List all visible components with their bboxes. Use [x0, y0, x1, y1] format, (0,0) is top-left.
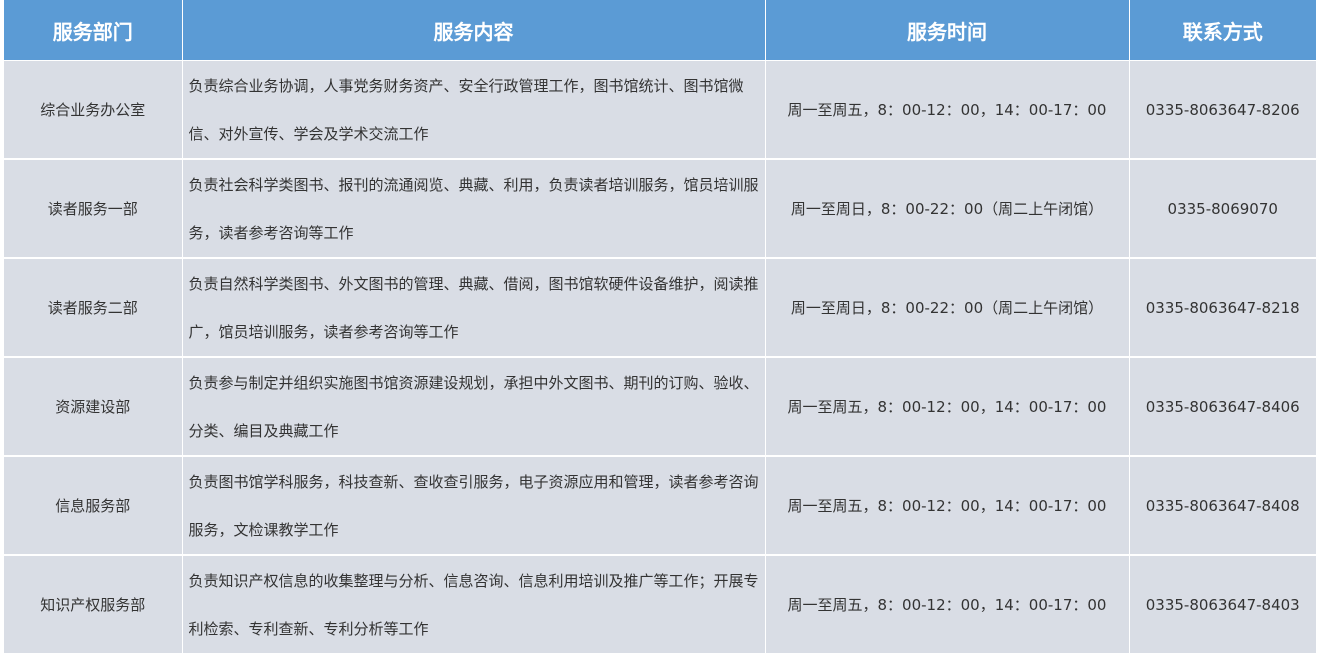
table-row: 读者服务二部 负责自然科学类图书、外文图书的管理、典藏、借阅，图书馆软硬件设备维…: [4, 258, 1316, 358]
content-cell: 负责图书馆学科服务，科技查新、查收查引服务，电子资源应用和管理，读者参考咨询服务…: [182, 456, 766, 556]
table-row: 读者服务一部 负责社会科学类图书、报刊的流通阅览、典藏、利用，负责读者培训服务，…: [4, 159, 1316, 259]
header-content: 服务内容: [182, 0, 766, 61]
content-cell: 负责自然科学类图书、外文图书的管理、典藏、借阅，图书馆软硬件设备维护，阅读推广，…: [182, 258, 766, 358]
hours-cell: 周一至周日，8：00-22：00（周二上午闭馆）: [765, 159, 1130, 259]
contact-cell: 0335-8063647-8218: [1129, 258, 1316, 358]
table-row: 综合业务办公室 负责综合业务协调，人事党务财务资产、安全行政管理工作，图书馆统计…: [4, 60, 1316, 160]
hours-cell: 周一至周五，8：00-12：00，14：00-17：00: [765, 357, 1130, 457]
content-cell: 负责综合业务协调，人事党务财务资产、安全行政管理工作，图书馆统计、图书馆微信、对…: [182, 60, 766, 160]
contact-cell: 0335-8063647-8403: [1129, 555, 1316, 655]
department-cell: 信息服务部: [4, 456, 183, 556]
table-row: 资源建设部 负责参与制定并组织实施图书馆资源建设规划，承担中外文图书、期刊的订购…: [4, 357, 1316, 457]
hours-cell: 周一至周五，8：00-12：00，14：00-17：00: [765, 555, 1130, 655]
contact-cell: 0335-8063647-8408: [1129, 456, 1316, 556]
content-cell: 负责社会科学类图书、报刊的流通阅览、典藏、利用，负责读者培训服务，馆员培训服务，…: [182, 159, 766, 259]
hours-cell: 周一至周五，8：00-12：00，14：00-17：00: [765, 456, 1130, 556]
hours-cell: 周一至周日，8：00-22：00（周二上午闭馆）: [765, 258, 1130, 358]
table-header-row: 服务部门 服务内容 服务时间 联系方式: [4, 0, 1316, 61]
hours-cell: 周一至周五，8：00-12：00，14：00-17：00: [765, 60, 1130, 160]
table-row: 信息服务部 负责图书馆学科服务，科技查新、查收查引服务，电子资源应用和管理，读者…: [4, 456, 1316, 556]
department-cell: 知识产权服务部: [4, 555, 183, 655]
department-cell: 综合业务办公室: [4, 60, 183, 160]
department-cell: 读者服务二部: [4, 258, 183, 358]
service-departments-table-container: 服务部门 服务内容 服务时间 联系方式 综合业务办公室 负责综合业务协调，人事党…: [4, 0, 1316, 655]
contact-cell: 0335-8063647-8206: [1129, 60, 1316, 160]
department-cell: 资源建设部: [4, 357, 183, 457]
header-department: 服务部门: [4, 0, 183, 61]
content-cell: 负责参与制定并组织实施图书馆资源建设规划，承担中外文图书、期刊的订购、验收、分类…: [182, 357, 766, 457]
department-cell: 读者服务一部: [4, 159, 183, 259]
service-departments-table: 服务部门 服务内容 服务时间 联系方式 综合业务办公室 负责综合业务协调，人事党…: [4, 0, 1316, 655]
contact-cell: 0335-8069070: [1129, 159, 1316, 259]
header-contact: 联系方式: [1129, 0, 1316, 61]
header-hours: 服务时间: [765, 0, 1130, 61]
content-cell: 负责知识产权信息的收集整理与分析、信息咨询、信息利用培训及推广等工作；开展专利检…: [182, 555, 766, 655]
table-row: 知识产权服务部 负责知识产权信息的收集整理与分析、信息咨询、信息利用培训及推广等…: [4, 555, 1316, 655]
contact-cell: 0335-8063647-8406: [1129, 357, 1316, 457]
